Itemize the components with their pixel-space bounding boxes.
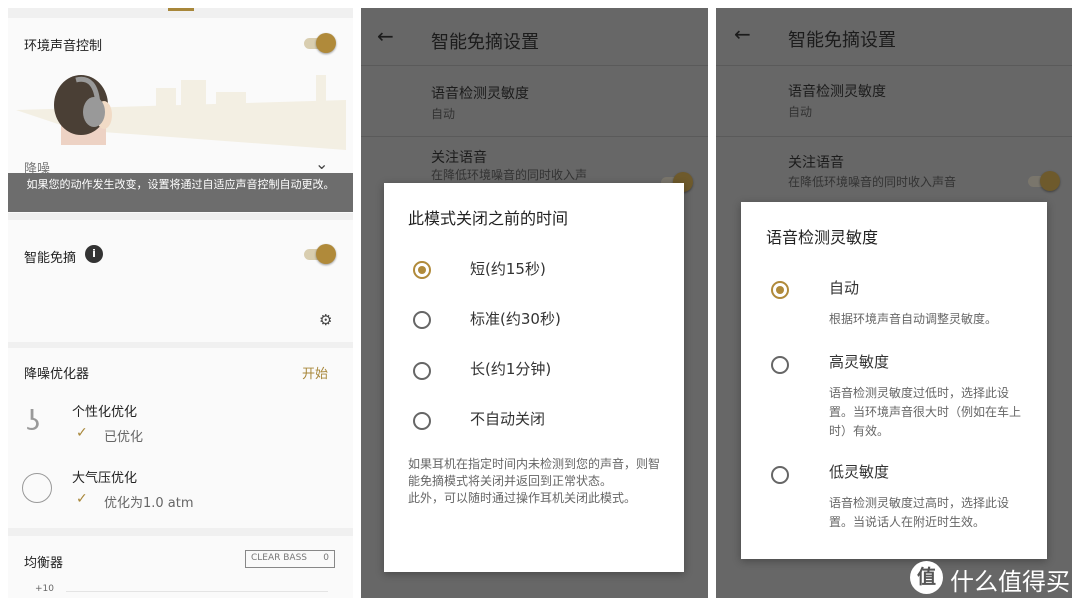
back-arrow-icon[interactable]: ← bbox=[377, 24, 394, 48]
row-subtitle: 在降低环境噪音的同时收入声音 bbox=[788, 175, 957, 189]
option-desc: 语音检测灵敏度过低时，选择此设置。当环境声音很大时（例如在车上时）有效。 bbox=[829, 386, 1022, 438]
option-label: 长(约1分钟) bbox=[470, 360, 552, 378]
ear-icon: ʖ bbox=[26, 404, 41, 437]
watermark-text: 什么值得买 bbox=[950, 568, 1070, 596]
info-icon[interactable]: i bbox=[85, 245, 103, 263]
chevron-down-icon[interactable]: ⌄ bbox=[315, 154, 328, 173]
option-label: 短(约15秒) bbox=[470, 260, 546, 278]
row-title: 关注语音 bbox=[431, 150, 487, 166]
page-title: 智能免摘设置 bbox=[431, 32, 539, 53]
row-subtitle: 在降低环境噪音的同时收入声 bbox=[431, 168, 588, 182]
eq-gridline bbox=[66, 591, 328, 592]
app-bar: ← 智能免摘设置 bbox=[361, 8, 708, 66]
option-desc: 语音检测灵敏度过高时，选择此设置。当说话人在附近时生效。 bbox=[829, 496, 1010, 529]
dialog-title: 此模式关闭之前的时间 bbox=[408, 209, 569, 228]
dialog-title: 语音检测灵敏度 bbox=[766, 228, 879, 247]
clear-bass-value: 0 bbox=[323, 553, 329, 563]
dialog-note: 如果耳机在指定时间内未检测到您的声音，则智能免摘模式将关闭并返回到正常状态。 此… bbox=[408, 457, 661, 505]
radio[interactable] bbox=[413, 362, 431, 380]
eq-tick-label: +10 bbox=[35, 584, 54, 594]
radio-selected[interactable] bbox=[771, 281, 789, 299]
option-label: 自动 bbox=[829, 279, 860, 297]
voice-focus-toggle[interactable] bbox=[1028, 171, 1060, 191]
option-label: 不自动关闭 bbox=[470, 410, 546, 428]
option-label: 高灵敏度 bbox=[829, 353, 890, 371]
sensitivity-row[interactable]: 语音检测灵敏度 自动 bbox=[716, 67, 1072, 137]
eq-title: 均衡器 bbox=[24, 556, 64, 571]
smart-talk-title: 智能免摘 bbox=[24, 251, 77, 266]
row-title: 语音检测灵敏度 bbox=[788, 84, 886, 100]
voice-focus-row[interactable]: 关注语音 在降低环境噪音的同时收入声音 bbox=[716, 138, 1072, 198]
watermark-logo: 值 bbox=[910, 561, 943, 594]
row-title: 语音检测灵敏度 bbox=[431, 86, 529, 102]
radio-selected[interactable] bbox=[413, 261, 431, 279]
gauge-icon bbox=[22, 473, 52, 503]
ambient-toggle[interactable] bbox=[304, 33, 336, 53]
personal-status: 已优化 bbox=[104, 430, 144, 445]
clear-bass-label: CLEAR BASS bbox=[251, 553, 308, 563]
row-title: 关注语音 bbox=[788, 155, 844, 171]
smart-talk-toggle[interactable] bbox=[304, 244, 336, 264]
optimizer-start-button[interactable]: 开始 bbox=[302, 363, 328, 382]
check-icon: ✓ bbox=[76, 491, 88, 507]
optimizer-title: 降噪优化器 bbox=[24, 367, 90, 382]
nc-optimizer-card: 降噪优化器 开始 ʖ 个性化优化 ✓ 已优化 大气压优化 ✓ 优化为1.0 at… bbox=[8, 348, 353, 528]
radio[interactable] bbox=[413, 311, 431, 329]
radio[interactable] bbox=[771, 466, 789, 484]
smart-talk-card: 智能免摘 i ⚙ bbox=[8, 220, 353, 342]
back-arrow-icon[interactable]: ← bbox=[734, 22, 751, 46]
page-title: 智能免摘设置 bbox=[788, 30, 896, 51]
option-desc: 根据环境声音自动调整灵敏度。 bbox=[829, 312, 998, 326]
head-with-headphones-illustration bbox=[16, 75, 346, 150]
app-bar: ← 智能免摘设置 bbox=[716, 8, 1072, 66]
sensitivity-row[interactable]: 语音检测灵敏度 自动 bbox=[361, 67, 708, 137]
tab-indicator bbox=[168, 8, 194, 11]
equalizer-card: 均衡器 CLEAR BASS 0 +10 bbox=[8, 536, 353, 598]
gear-icon[interactable]: ⚙ bbox=[319, 311, 332, 329]
pressure-status: 优化为1.0 atm bbox=[104, 496, 194, 511]
pressure-title: 大气压优化 bbox=[72, 471, 138, 486]
radio[interactable] bbox=[771, 356, 789, 374]
option-label: 低灵敏度 bbox=[829, 463, 890, 481]
personal-title: 个性化优化 bbox=[72, 405, 138, 420]
option-label: 标准(约30秒) bbox=[470, 310, 561, 328]
radio[interactable] bbox=[413, 412, 431, 430]
check-icon: ✓ bbox=[76, 425, 88, 441]
sensitivity-dialog: 语音检测灵敏度 自动根据环境声音自动调整灵敏度。 高灵敏度语音检测灵敏度过低时，… bbox=[741, 202, 1047, 559]
sound-settings-screen: 环境声音控制 降噪 ⌄ 如果您的动作发生改变，设置将通过自适应声音控制自动更改。… bbox=[8, 8, 353, 598]
ambient-title: 环境声音控制 bbox=[24, 39, 103, 54]
clear-bass-badge[interactable]: CLEAR BASS 0 bbox=[245, 550, 335, 568]
row-value: 自动 bbox=[788, 105, 813, 119]
smart-talk-settings-screen-sensitivity: ← 智能免摘设置 语音检测灵敏度 自动 关注语音 在降低环境噪音的同时收入声音 … bbox=[716, 8, 1072, 598]
smart-talk-settings-screen-timeout: ← 智能免摘设置 语音检测灵敏度 自动 关注语音 在降低环境噪音的同时收入声 此… bbox=[361, 8, 708, 598]
adaptive-toast: 如果您的动作发生改变，设置将通过自适应声音控制自动更改。 bbox=[8, 173, 353, 212]
timeout-dialog: 此模式关闭之前的时间 短(约15秒) 标准(约30秒) 长(约1分钟) 不自动关… bbox=[384, 183, 684, 572]
row-value: 自动 bbox=[431, 107, 456, 121]
